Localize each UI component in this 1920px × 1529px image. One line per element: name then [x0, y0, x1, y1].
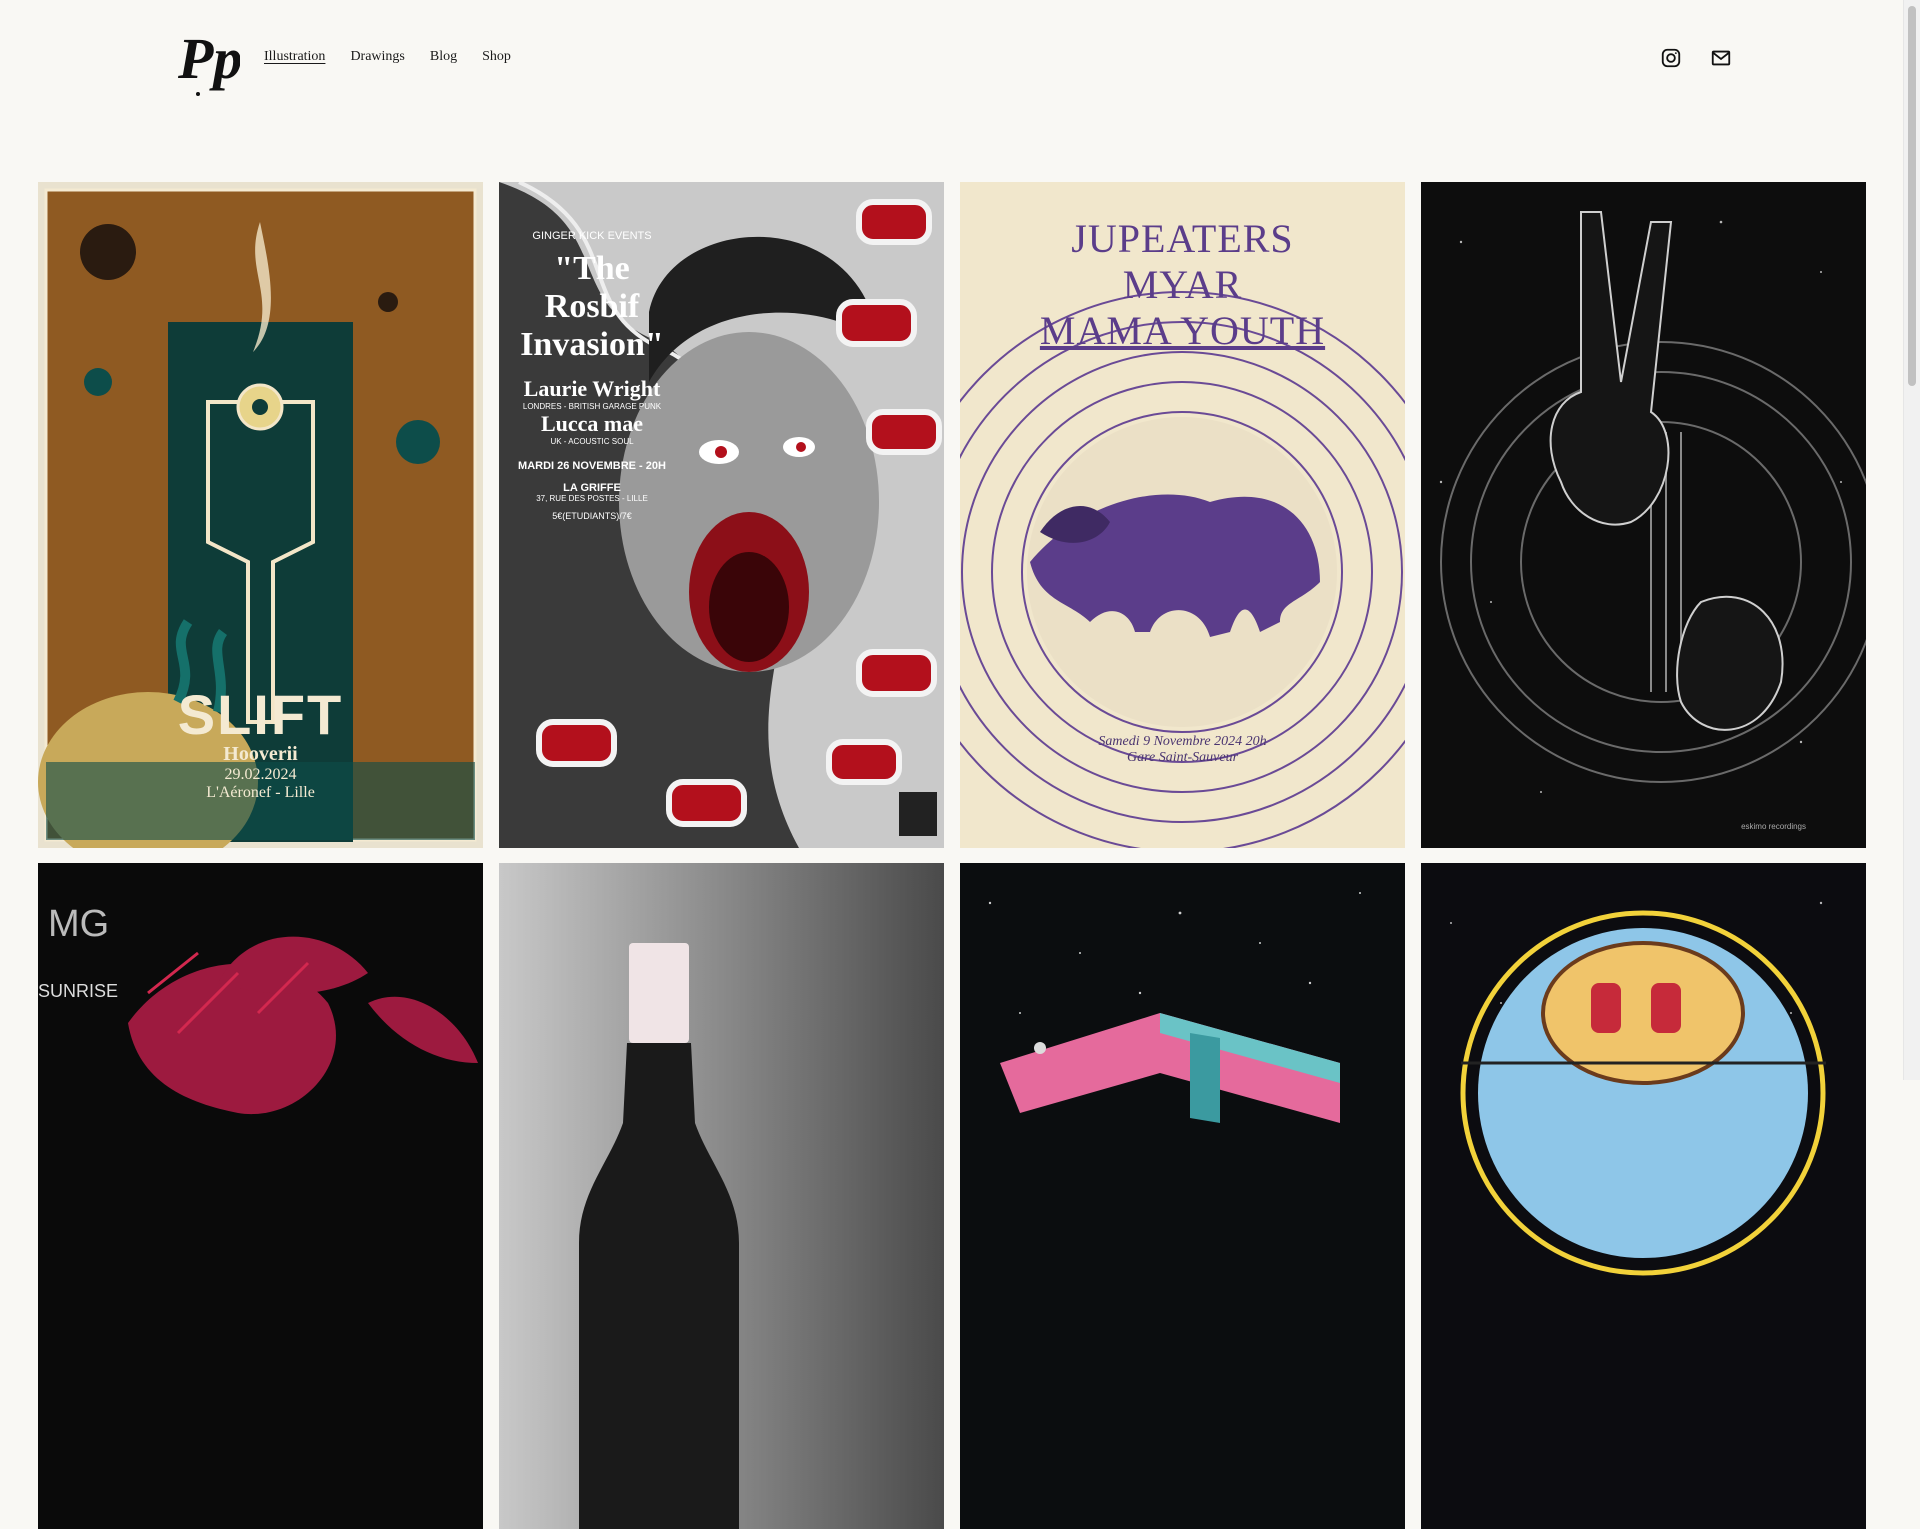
slift-venue: L'Aéronef - Lille	[206, 784, 315, 801]
rosbif-venue: LA GRIFFE	[563, 482, 621, 494]
rosbif-act2: Lucca mae	[540, 411, 644, 436]
sunrise-mark: MG	[48, 903, 110, 945]
sunrise-poster-image	[38, 863, 483, 1529]
gallery-item-slift[interactable]: SLIFT Hooverii 29.02.2024 L'Aéronef - Li…	[38, 182, 483, 848]
gallery-item-bottle[interactable]	[499, 863, 944, 1529]
rosbif-date: MARDI 26 NOVEMBRE - 20H	[518, 460, 666, 472]
nav-shop[interactable]: Shop	[482, 49, 511, 65]
jupeaters-venue: Gare Saint-Sauveur	[1126, 750, 1239, 765]
rosbif-title-2: Rosbif	[544, 288, 640, 325]
jupeaters-date: Samedi 9 Novembre 2024 20h	[1098, 734, 1267, 749]
gallery-item-sunrise[interactable]: MG SUNRISE	[38, 863, 483, 1529]
page-scrollbar[interactable]	[1903, 0, 1920, 1080]
jupeaters-band-2: MYAR	[1122, 262, 1243, 307]
sunrise-label: SUNRISE	[38, 981, 119, 1001]
logo-text: Pp	[177, 26, 240, 91]
rosbif-title-3: Invasion"	[520, 326, 664, 363]
gallery-item-spaceship[interactable]	[1421, 863, 1866, 1529]
gallery-item-peace-hand[interactable]: eskimo recordings	[1421, 182, 1866, 848]
nav-blog[interactable]: Blog	[430, 49, 457, 65]
jupeaters-bands: JUPEATERS MYAR MAMA YOUTH	[960, 216, 1405, 354]
site-logo[interactable]: Pp	[176, 24, 240, 96]
bottle-photo-image	[499, 863, 944, 1529]
rosbif-price: 5€(ETUDIANTS)/7€	[552, 511, 632, 521]
instagram-icon[interactable]	[1660, 47, 1682, 69]
slift-date: 29.02.2024	[224, 766, 297, 783]
main-nav: Illustration Drawings Blog Shop	[264, 49, 511, 65]
jupeaters-details: Samedi 9 Novembre 2024 20h Gare Saint-Sa…	[960, 734, 1405, 766]
gallery-item-impossible-cube[interactable]	[960, 863, 1405, 1529]
slift-subtitle: Hooverii	[223, 743, 298, 765]
rosbif-presenter: GINGER KICK EVENTS	[532, 230, 652, 242]
gallery-item-rosbif-invasion[interactable]: GINGER KICK EVENTS "The Rosbif Invasion"…	[499, 182, 944, 848]
rosbif-poster-text: GINGER KICK EVENTS "The Rosbif Invasion"…	[507, 230, 677, 521]
nav-drawings[interactable]: Drawings	[350, 49, 404, 65]
impossible-cube-image	[960, 863, 1405, 1529]
illustration-gallery: SLIFT Hooverii 29.02.2024 L'Aéronef - Li…	[38, 182, 1868, 1529]
rosbif-act1: Laurie Wright	[523, 376, 661, 401]
site-header: Pp Illustration Drawings Blog Shop	[0, 0, 1904, 120]
spaceship-image	[1421, 863, 1866, 1529]
gallery-item-jupeaters[interactable]: JUPEATERS MYAR MAMA YOUTH Samedi 9 Novem…	[960, 182, 1405, 848]
slift-title: SLIFT	[177, 683, 344, 746]
nav-illustration[interactable]: Illustration	[264, 49, 325, 65]
peace-hand-image	[1421, 182, 1866, 848]
rosbif-address: 37, RUE DES POSTES - LILLE	[536, 494, 648, 503]
peace-hand-label: eskimo recordings	[1741, 822, 1806, 831]
rosbif-act1-desc: LONDRES - BRITISH GARAGE PUNK	[522, 402, 662, 411]
email-icon[interactable]	[1710, 47, 1732, 69]
social-links	[1660, 47, 1732, 69]
slift-poster-text: SLIFT Hooverii 29.02.2024 L'Aéronef - Li…	[38, 687, 483, 802]
jupeaters-band-1: JUPEATERS	[1071, 216, 1294, 261]
jupeaters-band-3: MAMA YOUTH	[1039, 308, 1326, 353]
rosbif-title-1: "The	[554, 250, 630, 287]
scrollbar-thumb[interactable]	[1908, 6, 1916, 386]
rosbif-act2-desc: UK - ACOUSTIC SOUL	[550, 437, 634, 446]
